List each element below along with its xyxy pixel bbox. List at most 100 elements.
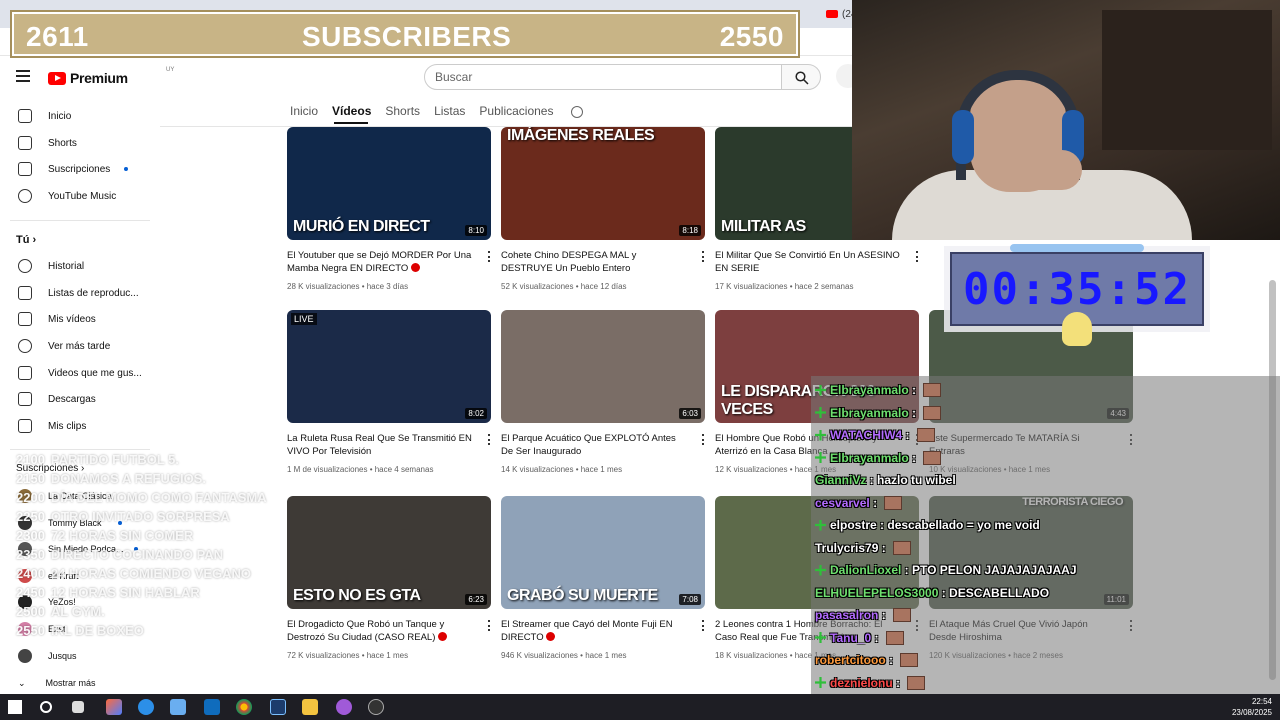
menu-icon[interactable] bbox=[16, 70, 30, 82]
chat-colon: : bbox=[902, 428, 913, 442]
emote-icon bbox=[923, 405, 942, 420]
room-shelf bbox=[1102, 10, 1272, 150]
copilot-icon[interactable] bbox=[106, 699, 122, 715]
subscription-item[interactable]: Sin Miedo Podca... bbox=[18, 538, 158, 560]
video-duration: 8:02 bbox=[465, 408, 487, 419]
tab-videos[interactable]: Vídeos bbox=[332, 104, 371, 124]
clips-icon bbox=[18, 419, 32, 433]
subscription-item[interactable]: Jusqus bbox=[18, 645, 158, 667]
file-explorer-icon[interactable] bbox=[302, 699, 318, 715]
sidebar-item-shorts[interactable]: Shorts bbox=[10, 130, 150, 156]
tab-listas[interactable]: Listas bbox=[434, 104, 465, 124]
video-thumbnail[interactable]: 6:03 bbox=[501, 310, 705, 423]
more-options-icon[interactable] bbox=[488, 620, 491, 631]
video-card[interactable]: 6:03 El Parque Acuático Que EXPLOTÓ Antes… bbox=[501, 310, 705, 480]
video-thumbnail[interactable]: IMÁGENES REALES 8:18 bbox=[501, 127, 705, 240]
sidebar-item-label: Shorts bbox=[48, 137, 77, 149]
video-thumbnail[interactable]: ESTO NO ES GTA 6:23 bbox=[287, 496, 491, 609]
search-button[interactable] bbox=[781, 64, 821, 90]
video-title[interactable]: Cohete Chino DESPEGA MAL y DESTRUYE Un P… bbox=[501, 249, 689, 275]
chrome-icon[interactable] bbox=[236, 699, 252, 715]
subscription-item[interactable]: ell Kraft bbox=[18, 565, 158, 587]
video-views: 17 K visualizaciones bbox=[715, 282, 788, 291]
store-icon[interactable] bbox=[170, 699, 186, 715]
chat-username: robertcitooo bbox=[815, 653, 886, 667]
sidebar-item-liked[interactable]: Videos que me gus... bbox=[10, 360, 150, 386]
tab-publicaciones[interactable]: Publicaciones bbox=[479, 104, 553, 124]
sidebar: Inicio Shorts Suscripciones YouTube Musi… bbox=[0, 100, 160, 694]
sidebar-item-ver-mas-tarde[interactable]: Ver más tarde bbox=[10, 333, 150, 359]
sub-badge-icon bbox=[815, 407, 826, 418]
more-options-icon[interactable] bbox=[488, 434, 491, 445]
video-title[interactable]: El Youtuber que se Dejó MORDER Por Una M… bbox=[287, 249, 475, 275]
subscription-item[interactable]: Ezst bbox=[18, 618, 158, 640]
sidebar-item-historial[interactable]: Historial bbox=[10, 253, 150, 279]
video-thumbnail[interactable]: MURIÓ EN DIRECT 8:10 bbox=[287, 127, 491, 240]
sidebar-item-suscripciones[interactable]: Suscripciones bbox=[10, 156, 150, 182]
sidebar-item-label: Ver más tarde bbox=[48, 340, 111, 352]
video-card[interactable]: LIVE 8:02 La Ruleta Rusa Real Que Se Trans… bbox=[287, 310, 491, 480]
sidebar-item-mis-videos[interactable]: Mis vídeos bbox=[10, 306, 150, 332]
video-views: 18 K visualizaciones bbox=[715, 651, 788, 660]
chat-text: hazlo tu wibel bbox=[877, 473, 956, 487]
more-options-icon[interactable] bbox=[702, 434, 705, 445]
app-icon[interactable] bbox=[336, 699, 352, 715]
chat-message: pasasalron : bbox=[815, 605, 912, 625]
outlook-icon[interactable] bbox=[204, 699, 220, 715]
avatar bbox=[18, 489, 32, 503]
video-card[interactable]: IMÁGENES REALES 8:18 Cohete Chino DESPEGA … bbox=[501, 127, 705, 297]
sidebar-item-mis-clips[interactable]: Mis clips bbox=[10, 413, 150, 439]
video-card[interactable]: MURIÓ EN DIRECT 8:10 El Youtuber que se De… bbox=[287, 127, 491, 297]
show-more-button[interactable]: ⌄ Mostrar más bbox=[18, 672, 158, 694]
youtube-premium-logo[interactable]: Premium UY bbox=[48, 67, 174, 86]
more-options-icon[interactable] bbox=[702, 620, 705, 631]
sidebar-item-youtube-music[interactable]: YouTube Music bbox=[10, 183, 150, 209]
tab-shorts[interactable]: Shorts bbox=[385, 104, 420, 124]
sidebar-item-label: Suscripciones bbox=[48, 163, 111, 175]
chat-colon: : bbox=[938, 585, 950, 600]
vscode-icon[interactable] bbox=[270, 699, 286, 715]
thumbnail-caption: MILITAR AS bbox=[721, 218, 806, 235]
video-title-text: El Drogadicto Que Robó un Tanque y Destr… bbox=[287, 619, 445, 643]
chat-username: Elbrayanmalo bbox=[830, 405, 909, 420]
subscription-item[interactable]: La Cata Clásica bbox=[18, 485, 158, 507]
more-options-icon[interactable] bbox=[488, 251, 491, 262]
video-title[interactable]: El Streamer que Cayó del Monte Fuji EN D… bbox=[501, 618, 689, 644]
video-title[interactable]: El Parque Acuático Que EXPLOTÓ Antes De … bbox=[501, 432, 689, 458]
obs-icon[interactable] bbox=[368, 699, 384, 715]
video-title-text: El Militar Que Se Convirtió En Un ASESIN… bbox=[715, 250, 900, 274]
video-title[interactable]: La Ruleta Rusa Real Que Se Transmitió EN… bbox=[287, 432, 475, 458]
video-age: hace 12 días bbox=[580, 282, 627, 291]
video-card[interactable]: GRABÓ SU MUERTE 7:08 El Streamer que Cayó … bbox=[501, 496, 705, 666]
video-thumbnail[interactable]: GRABÓ SU MUERTE 7:08 bbox=[501, 496, 705, 609]
emote-icon bbox=[900, 653, 919, 667]
video-title[interactable]: El Drogadicto Que Robó un Tanque y Destr… bbox=[287, 618, 475, 644]
search-icon[interactable] bbox=[571, 106, 584, 118]
search-input[interactable]: Buscar bbox=[424, 64, 782, 90]
subscriptions-heading[interactable]: Suscripciones › bbox=[16, 463, 84, 474]
youtube-favicon-icon bbox=[826, 10, 838, 18]
video-views: 52 K visualizaciones bbox=[501, 282, 574, 291]
sidebar-item-inicio[interactable]: Inicio bbox=[10, 103, 150, 129]
tab-inicio[interactable]: Inicio bbox=[290, 104, 318, 124]
windows-start-icon[interactable] bbox=[8, 700, 22, 714]
more-options-icon[interactable] bbox=[916, 251, 919, 262]
search-icon[interactable] bbox=[40, 701, 52, 713]
edge-icon[interactable] bbox=[138, 699, 154, 715]
sidebar-item-label: Historial bbox=[48, 260, 85, 272]
task-view-icon[interactable] bbox=[72, 701, 84, 713]
playlists-icon bbox=[18, 286, 32, 300]
subscription-item[interactable]: YeZos! bbox=[18, 591, 158, 613]
chat-username: ELHUELEPELOS3000 bbox=[815, 585, 939, 600]
divider bbox=[10, 220, 150, 221]
sidebar-item-playlists[interactable]: Listas de reproduc... bbox=[10, 280, 150, 306]
red-circle-emoji bbox=[410, 263, 420, 272]
sidebar-item-descargas[interactable]: Descargas bbox=[10, 386, 150, 412]
you-heading[interactable]: Tú › bbox=[16, 234, 36, 246]
more-options-icon[interactable] bbox=[702, 251, 705, 262]
subscription-item[interactable]: Tommy Black bbox=[18, 512, 158, 534]
video-thumbnail[interactable]: LIVE 8:02 bbox=[287, 310, 491, 423]
video-card[interactable]: ESTO NO ES GTA 6:23 El Drogadicto Que Robó… bbox=[287, 496, 491, 666]
video-title[interactable]: El Militar Que Se Convirtió En Un ASESIN… bbox=[715, 249, 903, 275]
chat-colon: : bbox=[908, 405, 920, 420]
